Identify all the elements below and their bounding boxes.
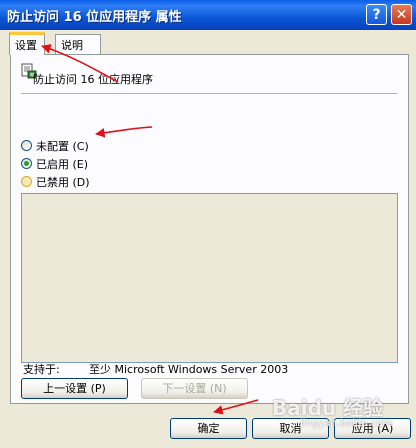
options-area bbox=[21, 193, 398, 363]
policy-name: 防止访问 16 位应用程序 bbox=[33, 73, 153, 86]
close-icon: ✕ bbox=[395, 7, 408, 23]
separator bbox=[21, 93, 397, 94]
radio-circle-selected[interactable] bbox=[21, 158, 32, 169]
radio-label: 已启用 (E) bbox=[36, 158, 89, 171]
radio-label: 未配置 (C) bbox=[36, 140, 89, 153]
watermark-url: jingyan.baidu.com bbox=[300, 418, 393, 429]
supported-on-value: 至少 Microsoft Windows Server 2003 bbox=[89, 363, 289, 376]
tab-settings[interactable]: 设置 bbox=[9, 32, 45, 55]
watermark-brand: Baidu 经验 bbox=[272, 396, 384, 420]
radio-dot bbox=[24, 161, 29, 166]
window-title: 防止访问 16 位应用程序 属性 bbox=[7, 10, 182, 25]
tab-explain[interactable]: 说明 bbox=[55, 34, 101, 54]
dialog-body: 设置 说明 防止访问 16 位应用程序 未配置 (C) 已启用 (E) 已禁用 … bbox=[3, 30, 413, 445]
title-bar[interactable]: 防止访问 16 位应用程序 属性 ? ✕ bbox=[0, 0, 416, 30]
tab-label: 设置 bbox=[15, 39, 37, 52]
tab-label: 说明 bbox=[61, 39, 83, 52]
supported-on-label: 支持于: bbox=[23, 363, 60, 376]
previous-setting-button[interactable]: 上一设置 (P) bbox=[21, 378, 128, 399]
settings-panel: 防止访问 16 位应用程序 未配置 (C) 已启用 (E) 已禁用 (D) 支持… bbox=[10, 54, 409, 404]
help-button[interactable]: ? bbox=[366, 4, 387, 25]
radio-circle[interactable] bbox=[21, 140, 32, 151]
help-icon: ? bbox=[372, 7, 381, 23]
ok-button[interactable]: 确定 bbox=[170, 418, 247, 439]
radio-label: 已禁用 (D) bbox=[36, 176, 90, 189]
next-setting-button[interactable]: 下一设置 (N) bbox=[141, 378, 248, 399]
close-button[interactable]: ✕ bbox=[391, 4, 412, 25]
radio-circle[interactable] bbox=[21, 176, 32, 187]
